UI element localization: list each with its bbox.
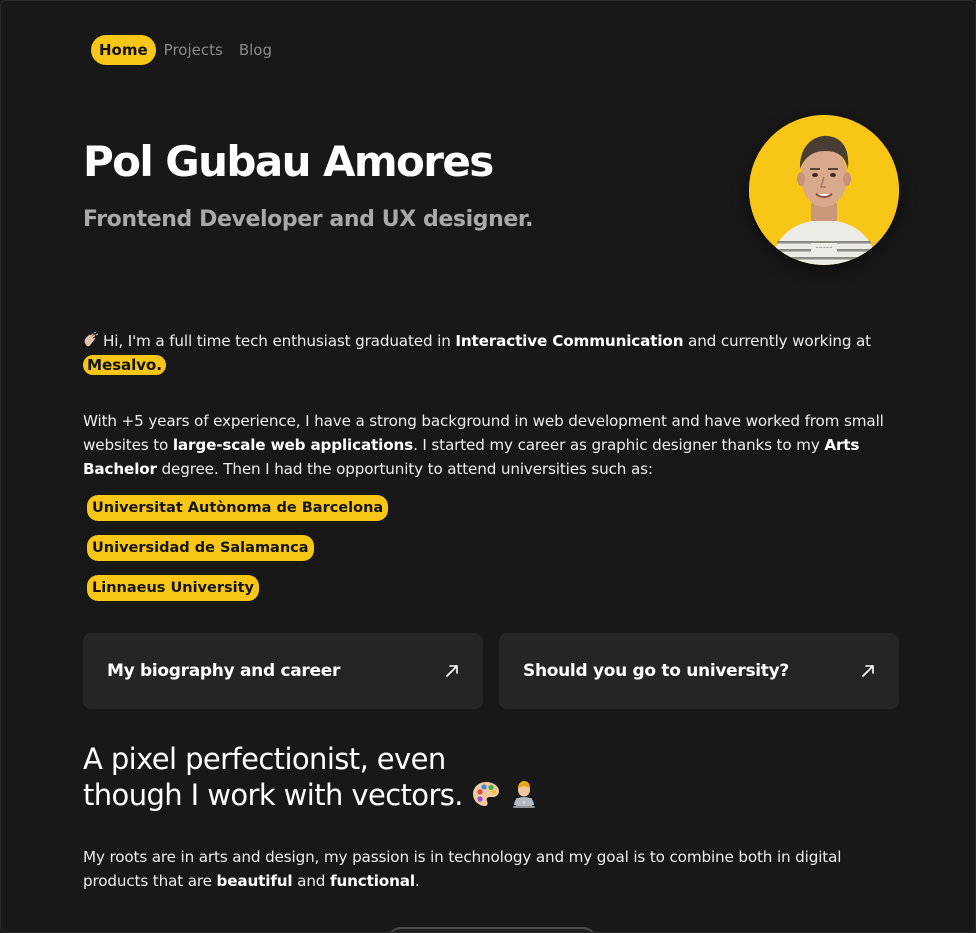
nav-home[interactable]: Home bbox=[91, 35, 156, 65]
svg-text:~~~~~: ~~~~~ bbox=[816, 245, 833, 250]
nav-projects[interactable]: Projects bbox=[164, 35, 223, 65]
university-uab[interactable]: Universitat Autònoma de Barcelona bbox=[87, 495, 389, 521]
card-title: Should you go to university? bbox=[523, 661, 789, 681]
card-title: My biography and career bbox=[107, 661, 341, 681]
university-linnaeus[interactable]: Linnaeus University bbox=[87, 575, 259, 601]
top-nav: Home Projects Blog bbox=[91, 35, 272, 65]
biography-card[interactable]: My biography and career bbox=[83, 633, 483, 709]
intro-text-2: and currently working at bbox=[683, 332, 871, 350]
company-link[interactable]: Mesalvo. bbox=[83, 355, 166, 375]
intro-degree: Interactive Communication bbox=[455, 332, 684, 350]
intro-text-1: Hi, I'm a full time tech enthusiast grad… bbox=[103, 332, 456, 350]
intro-paragraph: Hi, I'm a full time tech enthusiast grad… bbox=[83, 329, 903, 377]
artist-palette-icon bbox=[471, 779, 501, 809]
roots-text-1: My roots are in arts and design, my pass… bbox=[83, 848, 842, 890]
avatar-portrait-icon: ~~~~~ bbox=[749, 115, 899, 265]
roots-text-2: and bbox=[292, 872, 330, 890]
roots-text-3: . bbox=[414, 872, 420, 890]
nav-blog[interactable]: Blog bbox=[239, 35, 272, 65]
waving-hand-icon bbox=[83, 331, 99, 347]
experience-text-3: degree. Then I had the opportunity to at… bbox=[156, 460, 653, 478]
section-title: A pixel perfectionist, even though I wor… bbox=[83, 741, 539, 813]
roots-paragraph: My roots are in arts and design, my pass… bbox=[83, 845, 895, 893]
arrow-up-right-icon bbox=[862, 665, 874, 677]
university-list: Universitat Autònoma de Barcelona Univer… bbox=[87, 495, 389, 601]
section-title-line-2: though I work with vectors. bbox=[83, 778, 464, 812]
device-mockup-edge bbox=[387, 927, 597, 932]
university-salamanca[interactable]: Universidad de Salamanca bbox=[87, 535, 314, 561]
avatar: ~~~~~ bbox=[749, 115, 899, 265]
page-frame: Home Projects Blog Pol Gubau Amores Fron… bbox=[0, 0, 976, 933]
experience-highlight-1: large-scale web applications bbox=[172, 436, 414, 454]
university-article-card[interactable]: Should you go to university? bbox=[499, 633, 899, 709]
roots-highlight-2: functional bbox=[329, 872, 415, 890]
experience-text-2: . I started my career as graphic designe… bbox=[413, 436, 825, 454]
roots-highlight-1: beautiful bbox=[216, 872, 293, 890]
arrow-up-right-icon bbox=[446, 665, 458, 677]
technologist-icon bbox=[509, 779, 539, 809]
page-title: Pol Gubau Amores bbox=[83, 137, 494, 186]
page-subtitle: Frontend Developer and UX designer. bbox=[83, 207, 534, 232]
experience-paragraph: With +5 years of experience, I have a st… bbox=[83, 409, 905, 481]
section-title-line-1: A pixel perfectionist, even bbox=[83, 742, 446, 776]
